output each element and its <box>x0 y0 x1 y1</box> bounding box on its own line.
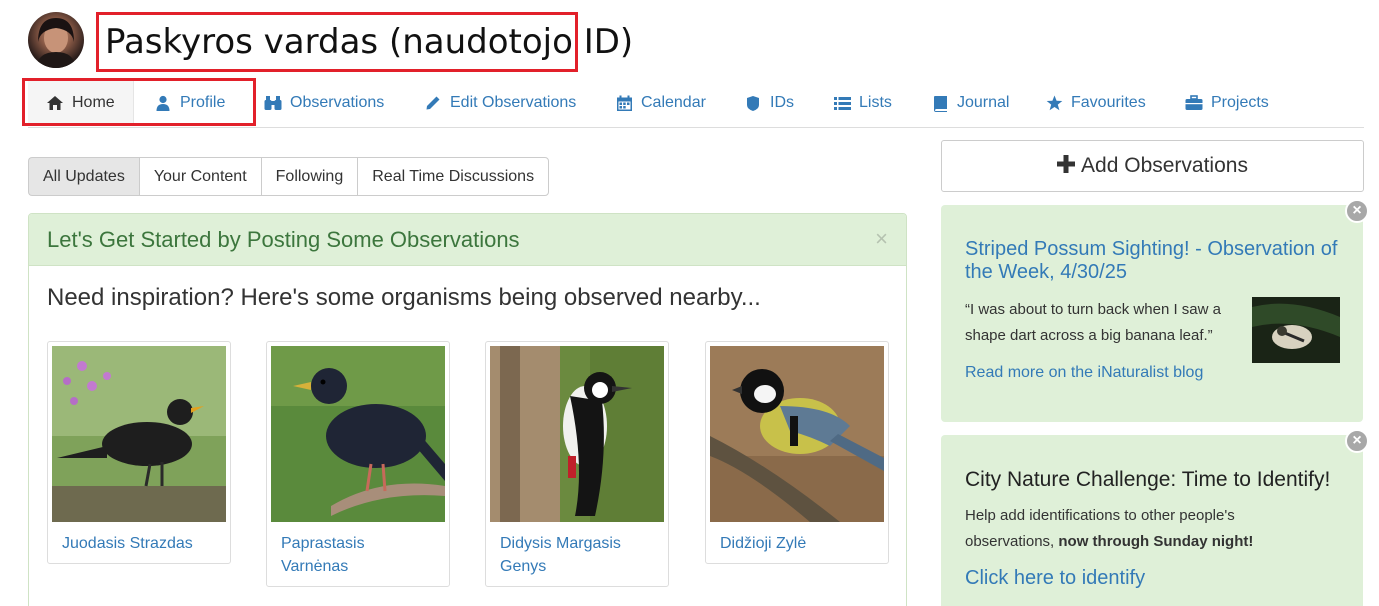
nav-favourites[interactable]: Favourites <box>1045 80 1146 126</box>
tab-following[interactable]: Following <box>260 157 358 196</box>
nav-home-label: Home <box>72 94 115 111</box>
organism-name-link[interactable]: Paprastasis Varnėnas <box>271 522 445 578</box>
organism-name-link[interactable]: Didžioji Zylė <box>710 522 884 555</box>
nav-edit-observations-label: Edit Observations <box>450 94 577 111</box>
panel-title: Let's Get Started by Posting Some Observ… <box>47 226 520 252</box>
organism-photo[interactable] <box>271 346 445 522</box>
read-more-blog-link[interactable]: Read more on the iNaturalist blog <box>965 364 1203 382</box>
close-icon[interactable]: × <box>875 226 888 252</box>
book-icon <box>931 94 949 112</box>
nav-observations[interactable]: Observations <box>264 80 384 126</box>
binoculars-icon <box>264 94 282 112</box>
main-nav: Home Profile Observations Edit Observati… <box>22 78 1364 128</box>
getting-started-panel: Let's Get Started by Posting Some Observ… <box>28 213 907 606</box>
tab-all-updates[interactable]: All Updates <box>28 157 139 196</box>
identification-icon <box>744 94 762 112</box>
nav-journal[interactable]: Journal <box>931 80 1009 126</box>
close-icon[interactable]: × <box>1345 199 1369 223</box>
add-observations-button[interactable]: Add Observations <box>941 140 1364 192</box>
organism-name-link[interactable]: Juodasis Strazdas <box>52 522 226 555</box>
challenge-text-bold: now through Sunday night! <box>1058 533 1254 550</box>
user-icon <box>154 94 172 112</box>
blog-post-title[interactable]: Striped Possum Sighting! - Observation o… <box>965 238 1345 284</box>
calendar-icon <box>615 94 633 112</box>
panel-header: Let's Get Started by Posting Some Observ… <box>29 214 906 266</box>
observation-of-week-card: × Striped Possum Sighting! - Observation… <box>941 199 1369 422</box>
organism-photo[interactable] <box>490 346 664 522</box>
challenge-text: Help add identifications to other people… <box>965 503 1295 555</box>
organism-photo[interactable] <box>710 346 884 522</box>
city-nature-challenge-card: × City Nature Challenge: Time to Identif… <box>941 429 1369 606</box>
nav-observations-label: Observations <box>290 94 385 111</box>
home-icon <box>46 94 64 112</box>
nav-lists-label: Lists <box>859 94 892 111</box>
blog-quote: “I was about to turn back when I saw a s… <box>965 301 1221 344</box>
possum-photo[interactable] <box>1252 297 1340 363</box>
challenge-title: City Nature Challenge: Time to Identify! <box>965 468 1331 491</box>
username-highlight: Paskyros vardas (naudotojo ID) <box>96 12 633 72</box>
nav-favourites-label: Favourites <box>1071 94 1146 111</box>
nav-edit-observations[interactable]: Edit Observations <box>424 80 576 126</box>
organism-card[interactable]: Paprastasis Varnėnas <box>266 341 450 587</box>
nav-profile[interactable]: Profile <box>134 80 245 126</box>
close-icon[interactable]: × <box>1345 429 1369 453</box>
nav-ids-label: IDs <box>770 94 794 111</box>
nav-projects[interactable]: Projects <box>1185 80 1269 126</box>
briefcase-icon <box>1185 94 1203 112</box>
tab-real-time-discussions[interactable]: Real Time Discussions <box>357 157 550 196</box>
nav-calendar-label: Calendar <box>641 94 706 111</box>
organism-card[interactable]: Didžioji Zylė <box>705 341 889 564</box>
account-name: Paskyros vardas (naudotojo ID) <box>105 22 634 62</box>
nav-home[interactable]: Home <box>28 80 134 126</box>
nav-ids[interactable]: IDs <box>744 80 794 126</box>
add-observations-label: Add Observations <box>1081 154 1248 177</box>
plus-icon <box>1057 152 1076 180</box>
identify-link[interactable]: Click here to identify <box>965 567 1145 590</box>
tab-your-content[interactable]: Your Content <box>138 157 261 196</box>
nav-lists[interactable]: Lists <box>833 80 892 126</box>
inspiration-heading: Need inspiration? Here's some organisms … <box>47 284 761 311</box>
organism-card[interactable]: Juodasis Strazdas <box>47 341 231 564</box>
organism-name-link[interactable]: Didysis Margasis Genys <box>490 522 664 578</box>
nav-projects-label: Projects <box>1211 94 1269 111</box>
list-icon <box>833 94 851 112</box>
feed-tabs: All Updates Your Content Following Real … <box>28 157 550 196</box>
organism-photo[interactable] <box>52 346 226 522</box>
nav-calendar[interactable]: Calendar <box>615 80 706 126</box>
nav-profile-label: Profile <box>180 94 226 111</box>
organism-card[interactable]: Didysis Margasis Genys <box>485 341 669 587</box>
star-icon <box>1045 94 1063 112</box>
pencil-icon <box>424 94 442 112</box>
avatar[interactable] <box>28 12 84 68</box>
nav-journal-label: Journal <box>957 94 1010 111</box>
